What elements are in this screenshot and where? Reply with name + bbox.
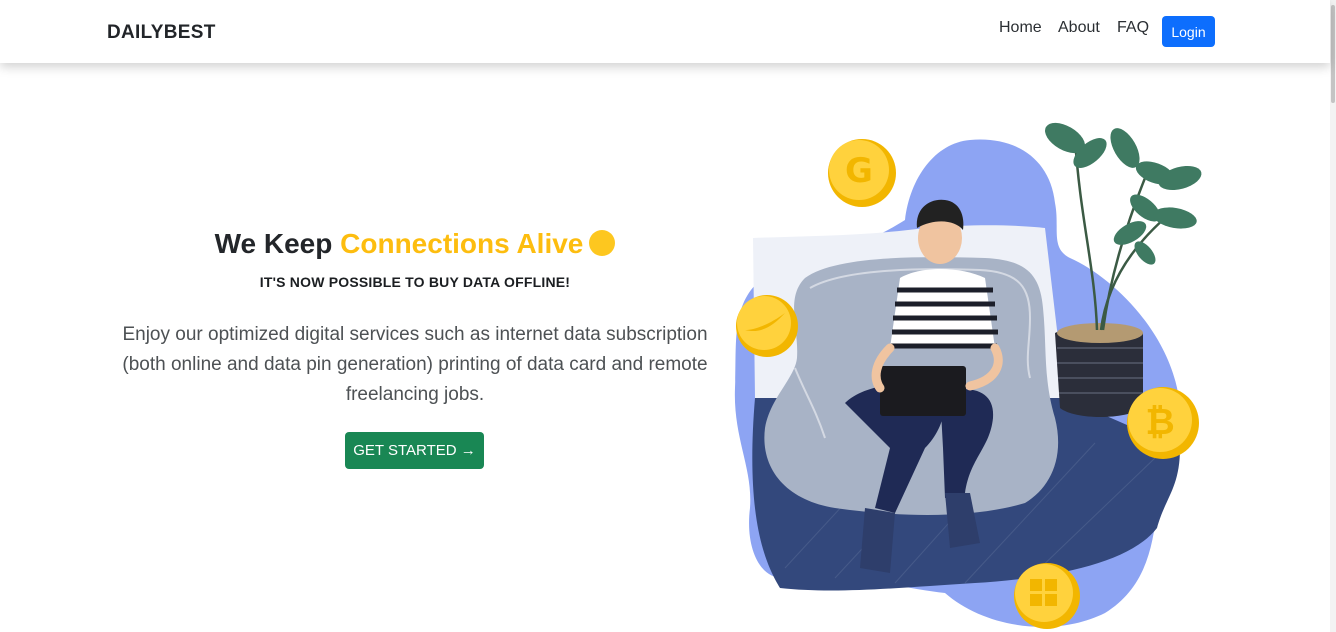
svg-text:G: G <box>845 151 873 191</box>
coin-swoosh-icon <box>736 295 798 357</box>
brand-logo[interactable]: DAILYBEST <box>107 22 216 44</box>
login-button[interactable]: Login <box>1162 16 1215 47</box>
hero-subtitle: IT'S NOW POSSIBLE TO BUY DATA OFFLINE! <box>259 274 571 290</box>
coin-windows-icon <box>1014 563 1080 629</box>
svg-text:₿: ₿ <box>1145 402 1174 443</box>
scrollbar-thumb[interactable] <box>1331 5 1335 103</box>
nav-link-home[interactable]: Home <box>999 19 1042 37</box>
navbar: DAILYBEST Home About FAQ Login <box>0 0 1330 63</box>
hero-title: We Keep Connections Alive <box>0 228 830 260</box>
hero-title-text: We Keep <box>214 228 341 259</box>
coin-bitcoin-icon: ₿ <box>1127 387 1199 459</box>
hero-illustration-svg: G ₿ <box>734 122 1202 629</box>
get-started-button[interactable]: GET STARTED → <box>345 432 484 469</box>
nav-link-faq[interactable]: FAQ <box>1117 19 1149 37</box>
page-scrollbar[interactable] <box>1330 0 1336 632</box>
sun-icon <box>589 230 616 256</box>
hero-illustration: G ₿ <box>725 108 1220 632</box>
coin-g-icon: G <box>828 139 896 207</box>
nav-link-about[interactable]: About <box>1058 19 1100 37</box>
hero-title-accent: Connections Alive <box>340 228 584 259</box>
hero-description: Enjoy our optimized digital services suc… <box>122 324 708 405</box>
